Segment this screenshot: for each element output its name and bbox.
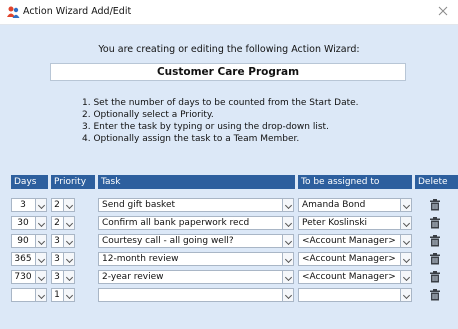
chevron-down-icon[interactable]: [282, 252, 294, 266]
table-row: 90 3 Courtesy call - all going well? <Ac…: [0, 234, 458, 248]
task-value: 2-year review: [102, 272, 164, 282]
close-icon: [438, 6, 448, 16]
chevron-down-icon[interactable]: [400, 234, 412, 248]
chevron-down-icon[interactable]: [35, 288, 47, 302]
chevron-down-icon[interactable]: [282, 270, 294, 284]
chevron-down-icon[interactable]: [63, 288, 75, 302]
chevron-down-icon[interactable]: [35, 270, 47, 284]
trash-icon[interactable]: [429, 271, 441, 283]
column-header-priority: Priority: [51, 175, 95, 189]
assignee-select[interactable]: Peter Koslinski: [298, 216, 412, 230]
people-icon: [7, 6, 20, 18]
chevron-down-icon[interactable]: [35, 234, 47, 248]
chevron-down-icon[interactable]: [35, 198, 47, 212]
table-row: 1: [0, 288, 458, 302]
chevron-down-icon[interactable]: [35, 216, 47, 230]
wizard-name-field[interactable]: Customer Care Program: [50, 63, 406, 81]
assignee-value: <Account Manager>: [302, 272, 396, 282]
chevron-down-icon[interactable]: [63, 252, 75, 266]
task-value: Courtesy call - all going well?: [102, 236, 234, 246]
dialog-body: You are creating or editing the followin…: [0, 25, 458, 329]
priority-value: 3: [54, 272, 60, 282]
column-header-task: Task: [98, 175, 295, 189]
task-input[interactable]: Courtesy call - all going well?: [98, 234, 294, 248]
days-value: 365: [14, 254, 32, 264]
chevron-down-icon[interactable]: [35, 252, 47, 266]
trash-icon[interactable]: [429, 199, 441, 211]
chevron-down-icon[interactable]: [282, 234, 294, 248]
assignee-select[interactable]: [298, 288, 412, 302]
assignee-select[interactable]: <Account Manager>: [298, 252, 412, 266]
chevron-down-icon[interactable]: [63, 198, 75, 212]
trash-icon[interactable]: [429, 217, 441, 229]
instruction-line: 3. Enter the task by typing or using the…: [82, 122, 329, 132]
chevron-down-icon[interactable]: [400, 270, 412, 284]
assignee-value: Amanda Bond: [302, 200, 366, 210]
priority-value: 2: [54, 200, 60, 210]
column-header-days: Days: [11, 175, 48, 189]
table-row: 365 3 12-month review <Account Manager>: [0, 252, 458, 266]
chevron-down-icon[interactable]: [282, 216, 294, 230]
days-value: 3: [20, 200, 26, 210]
days-value: 730: [14, 272, 32, 282]
assignee-value: <Account Manager>: [302, 236, 396, 246]
task-value: Send gift basket: [102, 200, 176, 210]
instructions: 1. Set the number of days to be counted …: [82, 97, 359, 145]
priority-value: 3: [54, 254, 60, 264]
task-value: Confirm all bank paperwork recd: [102, 218, 250, 228]
priority-value: 3: [54, 236, 60, 246]
column-header-delete: Delete: [415, 175, 458, 189]
table-row: 3 2 Send gift basket Amanda Bond: [0, 198, 458, 212]
assignee-select[interactable]: <Account Manager>: [298, 270, 412, 284]
close-button[interactable]: [436, 4, 450, 18]
instruction-line: 1. Set the number of days to be counted …: [82, 98, 359, 108]
chevron-down-icon[interactable]: [400, 216, 412, 230]
intro-text: You are creating or editing the followin…: [98, 44, 360, 55]
table-header: Days Priority Task To be assigned to Del…: [0, 175, 458, 189]
instruction-line: 2. Optionally select a Priority.: [82, 110, 214, 120]
priority-value: 2: [54, 218, 60, 228]
chevron-down-icon[interactable]: [63, 234, 75, 248]
chevron-down-icon[interactable]: [400, 252, 412, 266]
task-input[interactable]: Confirm all bank paperwork recd: [98, 216, 294, 230]
table-row: 730 3 2-year review <Account Manager>: [0, 270, 458, 284]
chevron-down-icon[interactable]: [63, 270, 75, 284]
task-input[interactable]: 12-month review: [98, 252, 294, 266]
chevron-down-icon[interactable]: [400, 288, 412, 302]
chevron-down-icon[interactable]: [282, 198, 294, 212]
days-value: 30: [17, 218, 29, 228]
column-header-assigned: To be assigned to: [298, 175, 412, 189]
task-value: 12-month review: [102, 254, 179, 264]
table-row: 30 2 Confirm all bank paperwork recd Pet…: [0, 216, 458, 230]
chevron-down-icon[interactable]: [400, 198, 412, 212]
chevron-down-icon[interactable]: [63, 216, 75, 230]
title-bar: Action Wizard Add/Edit: [0, 0, 458, 25]
task-input[interactable]: 2-year review: [98, 270, 294, 284]
assignee-value: Peter Koslinski: [302, 218, 368, 228]
task-input[interactable]: Send gift basket: [98, 198, 294, 212]
days-value: 90: [17, 236, 29, 246]
trash-icon[interactable]: [429, 253, 441, 265]
window-title: Action Wizard Add/Edit: [23, 6, 132, 17]
assignee-select[interactable]: Amanda Bond: [298, 198, 412, 212]
instruction-line: 4. Optionally assign the task to a Team …: [82, 134, 300, 144]
trash-icon[interactable]: [429, 289, 441, 301]
task-input[interactable]: [98, 288, 294, 302]
assignee-value: <Account Manager>: [302, 254, 396, 264]
assignee-select[interactable]: <Account Manager>: [298, 234, 412, 248]
trash-icon[interactable]: [429, 235, 441, 247]
chevron-down-icon[interactable]: [282, 288, 294, 302]
priority-value: 1: [54, 290, 60, 300]
